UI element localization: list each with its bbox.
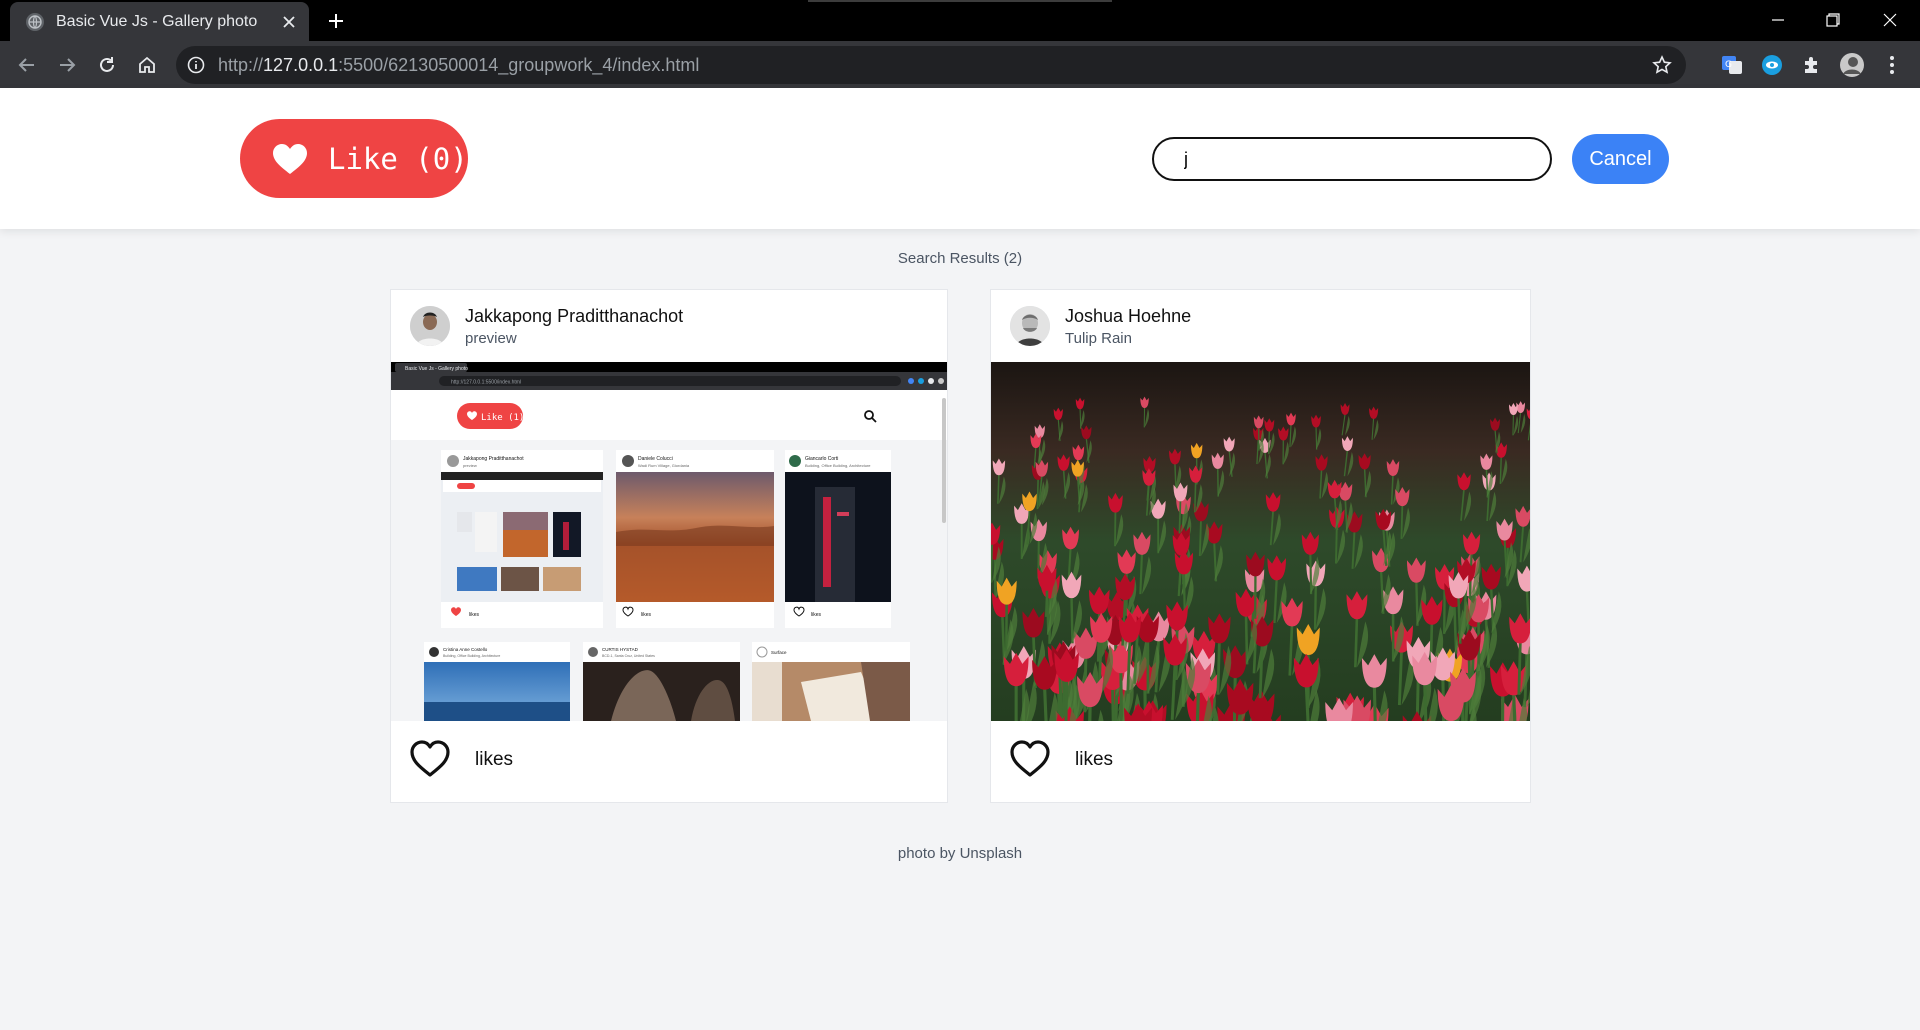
mini-card-author-3: Giancarlo Corti xyxy=(805,456,838,462)
preview-url: http://127.0.0.1:5500/index.html xyxy=(451,380,521,386)
preview-tab-title: Basic Vue Js - Gallery photo xyxy=(405,366,468,372)
heart-icon xyxy=(273,143,307,174)
new-tab-icon[interactable] xyxy=(324,9,348,33)
browser-toolbar: http://127.0.0.1:5500/62130500014_groupw… xyxy=(0,41,1920,88)
mini-card-author-4: Cristina Anne Costello xyxy=(443,647,488,652)
mini-card-likes-3: likes xyxy=(811,612,822,618)
photo-card: Jakkapong Praditthanachot preview Basic … xyxy=(390,289,948,803)
url-prefix: http:// xyxy=(218,55,264,75)
author-avatar xyxy=(410,306,450,346)
heart-outline-icon[interactable] xyxy=(1009,739,1051,779)
url-text: http://127.0.0.1:5500/62130500014_groupw… xyxy=(218,55,699,76)
mini-card-likes-1: likes xyxy=(469,612,480,618)
preview-like-label: Like (1) xyxy=(481,413,524,423)
cancel-search-button[interactable]: Cancel xyxy=(1572,134,1669,184)
back-arrow-icon[interactable] xyxy=(13,51,41,79)
translate-extension-icon[interactable]: G xyxy=(1718,51,1746,79)
photo-subtitle: Tulip Rain xyxy=(1065,330,1132,347)
forward-arrow-icon[interactable] xyxy=(53,51,81,79)
url-rest: :5500/62130500014_groupwork_4/index.html xyxy=(338,55,700,75)
card-footer: likes xyxy=(991,721,1530,804)
home-icon[interactable] xyxy=(133,51,161,79)
likes-label: likes xyxy=(1075,749,1114,770)
address-bar[interactable]: http://127.0.0.1:5500/62130500014_groupw… xyxy=(176,46,1686,84)
card-footer: likes xyxy=(391,721,947,804)
mini-card-author-6: Surface xyxy=(771,650,787,655)
photo-image[interactable] xyxy=(991,362,1530,721)
globe-icon xyxy=(26,12,44,31)
mini-card-likes-2: likes xyxy=(641,612,652,618)
tab-title: Basic Vue Js - Gallery photo xyxy=(56,12,258,30)
tulip-field-photo xyxy=(991,362,1530,721)
card-header: Joshua Hoehne Tulip Rain xyxy=(991,290,1530,362)
window-drag-strip xyxy=(808,0,1112,2)
heart-outline-icon[interactable] xyxy=(409,739,451,779)
browser-tab[interactable]: Basic Vue Js - Gallery photo xyxy=(10,2,309,41)
close-tab-icon[interactable] xyxy=(279,12,299,32)
photo-subtitle: preview xyxy=(465,330,517,347)
bookmark-star-icon[interactable] xyxy=(1652,55,1672,75)
restore-icon[interactable] xyxy=(1819,6,1847,34)
card-header: Jakkapong Praditthanachot preview xyxy=(391,290,947,362)
browser-menu-icon[interactable] xyxy=(1878,51,1906,79)
photo-image[interactable]: Basic Vue Js - Gallery photo http://127.… xyxy=(391,362,947,721)
author-avatar xyxy=(1010,306,1050,346)
profile-avatar-icon[interactable] xyxy=(1838,51,1866,79)
author-name: Jakkapong Praditthanachot xyxy=(465,306,684,326)
mini-card-subtitle-2: Wadi Rum Village, Giordania xyxy=(638,463,690,468)
app-header: Like (0) Cancel xyxy=(0,88,1920,229)
author-name: Joshua Hoehne xyxy=(1065,306,1192,326)
site-info-icon[interactable] xyxy=(187,56,205,74)
like-counter-button[interactable]: Like (0) xyxy=(240,119,468,198)
mini-card-author-1: Jakkapong Praditthanachot xyxy=(463,456,524,462)
preview-screenshot: Basic Vue Js - Gallery photo http://127.… xyxy=(391,362,947,721)
extension-eye-icon[interactable] xyxy=(1758,51,1786,79)
svg-text:G: G xyxy=(1725,60,1732,70)
mini-card-author-2: Daniele Colucci xyxy=(638,456,673,462)
like-counter-label: Like (0) xyxy=(328,141,468,176)
browser-tab-bar: Basic Vue Js - Gallery photo xyxy=(0,0,1920,41)
mini-card-subtitle-3: Building, Office Building, Architecture xyxy=(805,463,871,468)
extensions-puzzle-icon[interactable] xyxy=(1798,51,1826,79)
photo-credit: photo by Unsplash xyxy=(897,845,1023,862)
mini-card-subtitle-4: Building, Office Building, Architecture xyxy=(443,654,500,658)
minimize-icon[interactable] xyxy=(1764,6,1792,34)
search-results-count: Search Results (2) xyxy=(897,250,1023,267)
url-host: 127.0.0.1 xyxy=(263,55,339,75)
search-input[interactable] xyxy=(1152,137,1552,181)
likes-label: likes xyxy=(475,749,514,770)
photo-card: Joshua Hoehne Tulip Rain likes xyxy=(990,289,1531,803)
mini-card-author-5: CURTIS HYSTAD xyxy=(602,647,639,652)
mini-card-subtitle-1: preview xyxy=(463,463,477,468)
close-window-icon[interactable] xyxy=(1876,6,1904,34)
mini-card-subtitle-5: BCD-1, Santa Cruz, United States xyxy=(602,654,655,658)
reload-icon[interactable] xyxy=(93,51,121,79)
